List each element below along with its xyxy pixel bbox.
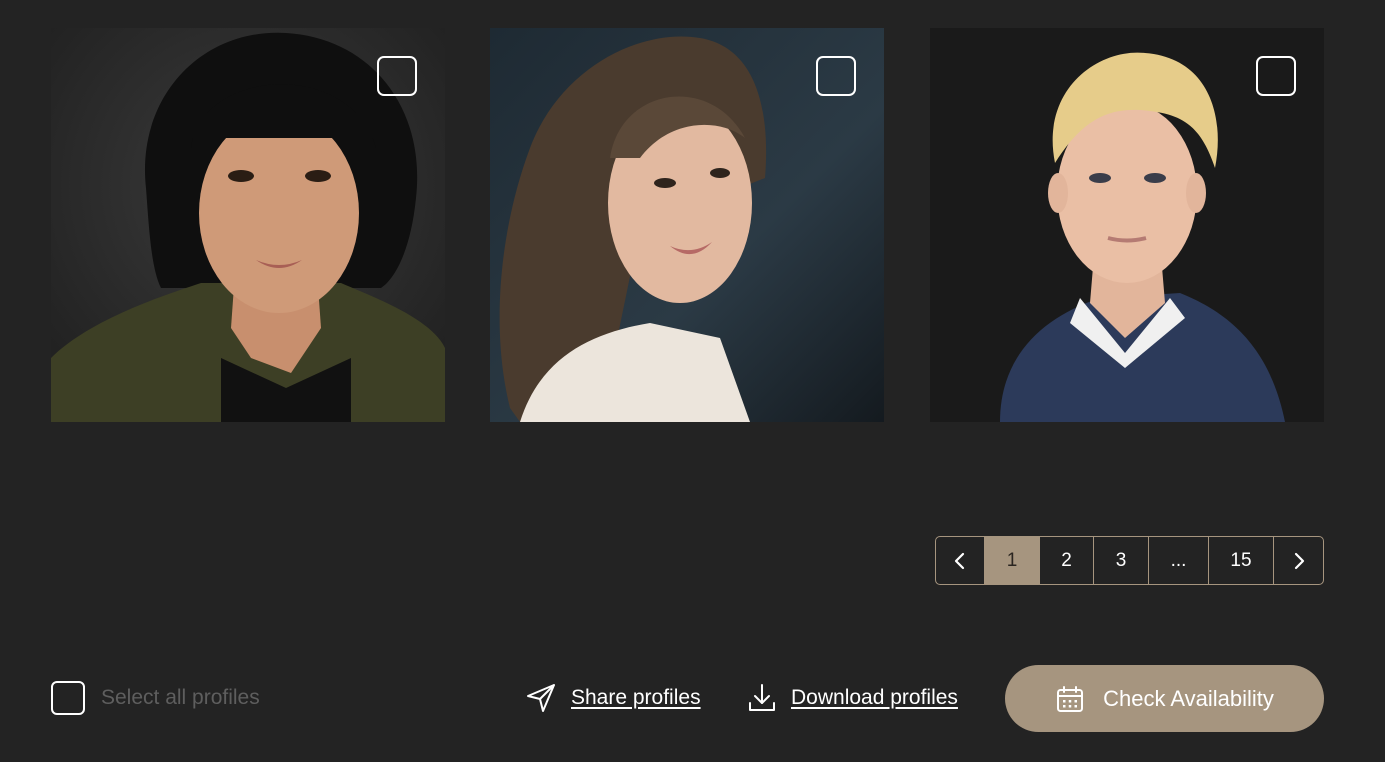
check-availability-label[interactable]: Check Availability: [1103, 686, 1274, 712]
download-profiles-link[interactable]: Download profiles: [747, 680, 958, 716]
pagination-ellipsis: ...: [1149, 537, 1209, 584]
share-profiles-label[interactable]: Share profiles: [571, 686, 701, 710]
select-all-control[interactable]: Select all profiles: [51, 681, 260, 715]
chevron-right-icon: [1294, 552, 1304, 569]
send-icon: [527, 684, 555, 712]
pagination-prev-button[interactable]: [936, 537, 985, 584]
download-profiles-label[interactable]: Download profiles: [791, 686, 958, 710]
chevron-left-icon: [954, 552, 965, 569]
select-all-label[interactable]: Select all profiles: [101, 686, 260, 710]
profile-select-checkbox[interactable]: [816, 56, 856, 96]
profile-card[interactable]: [51, 28, 445, 422]
pagination-next-button[interactable]: [1274, 537, 1323, 584]
calendar-icon: [1057, 685, 1084, 712]
pagination-page-3[interactable]: 3: [1094, 537, 1149, 584]
check-availability-button[interactable]: Check Availability: [1005, 665, 1324, 732]
pagination-page-1[interactable]: 1: [985, 537, 1040, 584]
pagination: 1 2 3 ... 15: [935, 536, 1324, 585]
profile-card[interactable]: [930, 28, 1324, 422]
profile-select-checkbox[interactable]: [1256, 56, 1296, 96]
pagination-page-15[interactable]: 15: [1209, 537, 1274, 584]
profile-select-checkbox[interactable]: [377, 56, 417, 96]
share-profiles-link[interactable]: Share profiles: [525, 680, 701, 716]
profile-card[interactable]: [490, 28, 884, 422]
select-all-checkbox[interactable]: [51, 681, 85, 715]
download-icon: [749, 684, 775, 711]
profile-gallery-page: 1 2 3 ... 15 Select all profiles Share p…: [0, 0, 1385, 762]
pagination-page-2[interactable]: 2: [1040, 537, 1094, 584]
